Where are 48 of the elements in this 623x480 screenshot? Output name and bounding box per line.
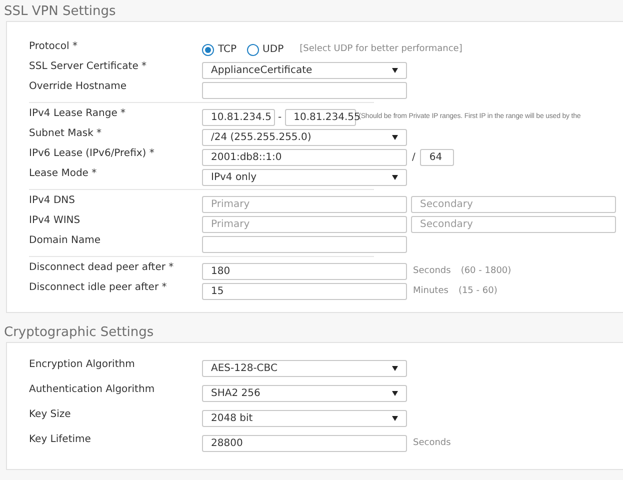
input-field[interactable]: 28800 [202,435,407,452]
radio-button[interactable] [202,44,214,56]
field-label: Key Size [29,408,72,422]
dropdown-select[interactable]: IPv4 only [202,169,407,186]
range-separator: - [278,111,282,125]
input-field[interactable]: 180 [202,263,407,280]
unit-label: Minutes [413,284,448,298]
hint-text: (15 - 60) [458,284,498,298]
field-label: Domain Name [29,234,102,248]
input-field[interactable]: 15 [202,283,407,300]
caret-icon [392,135,398,140]
field-label: Disconnect dead peer after * [29,261,175,275]
input-field[interactable]: 2001:db8::1:0 [202,149,407,166]
field-label: Lease Mode * [29,167,98,181]
field-label: IPv4 Lease Range * [29,107,127,121]
caret-icon [392,68,398,73]
section-title: SSL VPN Settings [4,3,117,21]
field-label: Disconnect idle peer after * [29,281,168,295]
dropdown-select[interactable]: AES-128-CBC [202,360,407,377]
field-label: IPv4 DNS [29,194,76,208]
input-field[interactable]: 10.81.234.5 [202,109,275,126]
field-label: Protocol * [29,40,78,54]
field-label: IPv4 WINS [29,214,82,228]
input-field[interactable]: 64 [420,149,454,166]
field-label: Key Lifetime [29,433,92,447]
field-label: Subnet Mask * [29,127,103,141]
dropdown-select[interactable]: ApplianceCertificate [202,62,407,79]
input-field[interactable] [202,82,407,99]
section-title: Cryptographic Settings [4,324,155,342]
unit-label: Seconds [413,264,451,278]
dropdown-select[interactable]: /24 (255.255.255.0) [202,129,407,146]
field-label: Encryption Algorithm [29,358,136,372]
caret-icon [392,391,398,396]
caret-icon [392,175,398,180]
field-label: Override Hostname [29,80,128,94]
field-label: Authentication Algorithm [29,383,156,397]
caret-icon [392,416,398,421]
unit-label: Seconds [413,436,451,450]
caret-icon [392,366,398,371]
field-label: IPv6 Lease (IPv6/Prefix) * [29,147,156,161]
prefix-separator: / [411,151,416,165]
radio-button[interactable] [246,44,259,56]
dropdown-select[interactable]: 2048 bit [202,410,407,427]
hint-text: (60 - 1800) [460,264,512,278]
hint-text: [Select UDP for better performance] [300,42,462,56]
field-label: SSL Server Certificate * [29,60,148,74]
dropdown-select[interactable]: SHA2 256 [202,385,407,402]
input-field[interactable] [202,236,407,253]
